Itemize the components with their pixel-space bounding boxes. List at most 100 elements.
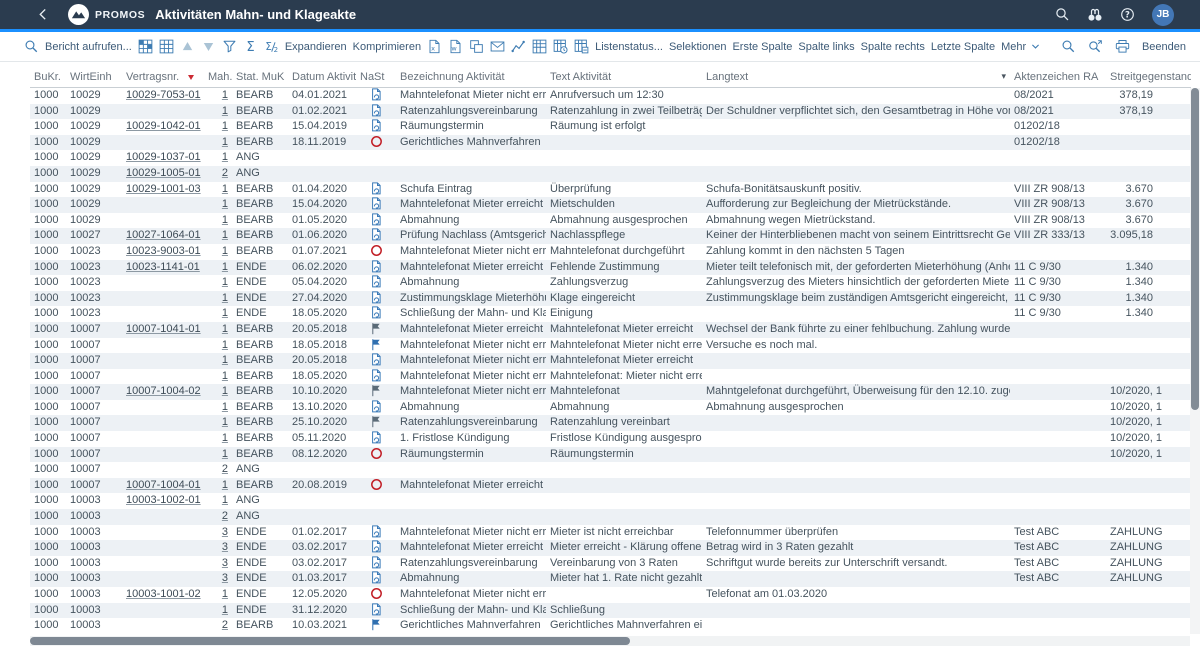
column-header-streit[interactable]: Streitgegenstand <box>1106 66 1191 87</box>
cell-link-mah[interactable]: 1 <box>222 354 228 366</box>
cell-link-mah[interactable]: 1 <box>222 105 228 117</box>
detail-search-button[interactable] <box>24 39 39 54</box>
cell-link-vertr[interactable]: 10007-1041-01 <box>126 323 201 335</box>
cell-link-mah[interactable]: 1 <box>222 416 228 428</box>
vertical-scrollbar[interactable] <box>1190 88 1200 634</box>
table-row[interactable]: 1000100032ANG <box>30 509 1191 525</box>
column-header-akten[interactable]: Aktenzeichen RA <box>1010 66 1106 87</box>
cell-link-mah[interactable]: 2 <box>222 167 228 179</box>
grafik-button[interactable] <box>511 39 526 54</box>
cell-link-vertr[interactable]: 10007-1004-01 <box>126 479 201 491</box>
table-row[interactable]: 1000100031ENDE31.12.2020Schließung der M… <box>30 603 1191 619</box>
vertical-scrollbar-thumb[interactable] <box>1191 88 1199 410</box>
cell-link-vertr[interactable]: 10003-1001-02 <box>126 588 201 600</box>
spalte-links-button[interactable]: Spalte links <box>798 41 854 53</box>
table-row[interactable]: 1000100231ENDE05.04.2020AbmahnungZahlung… <box>30 275 1191 291</box>
flag-icon[interactable] <box>370 384 383 397</box>
table-row[interactable]: 1000100032BEARB10.03.2021Gerichtliches M… <box>30 618 1191 634</box>
choose-detail-button[interactable] <box>138 39 153 54</box>
export-excel-button[interactable]: x <box>427 39 442 54</box>
mail-button[interactable] <box>490 39 505 54</box>
table-row[interactable]: 1000100071BEARB05.11.20201. Fristlose Kü… <box>30 431 1191 447</box>
column-header-mah[interactable]: Mah... <box>204 66 232 87</box>
table-row[interactable]: 10001002910029-1042-011BEARB15.04.2019Rä… <box>30 119 1191 135</box>
table-row[interactable]: 10001000310003-1001-021ENDE12.05.2020Mah… <box>30 587 1191 603</box>
table-row[interactable]: 1000100071BEARB18.05.2018Mahntelefonat M… <box>30 338 1191 354</box>
table-row[interactable]: 10001002910029-1005-012ANG <box>30 166 1191 182</box>
cell-link-mah[interactable]: 1 <box>222 494 228 506</box>
table-row[interactable]: 10001002910029-7053-011BEARB04.01.2021Ma… <box>30 88 1191 104</box>
cell-link-mah[interactable]: 1 <box>222 151 228 163</box>
table-row[interactable]: 1000100071BEARB25.10.2020Ratenzahlungsve… <box>30 415 1191 431</box>
cell-link-mah[interactable]: 1 <box>222 604 228 616</box>
cell-link-vertr[interactable]: 10007-1004-02 <box>126 385 201 397</box>
activity-icon[interactable] <box>370 431 383 444</box>
table-row[interactable]: 1000100071BEARB20.05.2018Mahntelefonat M… <box>30 353 1191 369</box>
cell-link-vertr[interactable]: 10003-1002-01 <box>126 494 201 506</box>
binoculars-icon[interactable] <box>1087 7 1103 23</box>
cell-link-vertr[interactable]: 10029-1037-01 <box>126 151 201 163</box>
activity-icon[interactable] <box>370 182 383 195</box>
table-row[interactable]: 1000100231ENDE18.05.2020Schließung der M… <box>30 306 1191 322</box>
activity-icon[interactable] <box>370 556 383 569</box>
table-row[interactable]: 1000100033ENDE03.02.2017Mahntelefonat Mi… <box>30 540 1191 556</box>
cell-link-mah[interactable]: 1 <box>222 339 228 351</box>
cell-link-vertr[interactable]: 10027-1064-01 <box>126 229 201 241</box>
activity-icon[interactable] <box>370 104 383 117</box>
table-row[interactable]: 1000100033ENDE01.02.2017Mahntelefonat Mi… <box>30 525 1191 541</box>
activity-icon[interactable] <box>370 603 383 616</box>
table-row[interactable]: 1000100072ANG <box>30 462 1191 478</box>
column-header-stat[interactable]: Stat. MuK <box>232 66 288 87</box>
cell-link-mah[interactable]: 1 <box>222 245 228 257</box>
table-row[interactable]: 1000100033ENDE03.02.2017Ratenzahlungsver… <box>30 556 1191 572</box>
mehr-button[interactable]: Mehr <box>1001 41 1041 53</box>
zwischensumme-button[interactable]: Σ2 <box>264 39 279 54</box>
activity-icon[interactable] <box>370 571 383 584</box>
kopieren-button[interactable] <box>469 39 484 54</box>
horizontal-scrollbar-thumb[interactable] <box>30 637 630 645</box>
suchen-button[interactable] <box>1061 39 1076 54</box>
activity-icon[interactable] <box>370 260 383 273</box>
activity-icon[interactable] <box>370 306 383 319</box>
cell-link-mah[interactable]: 1 <box>222 276 228 288</box>
table-row[interactable]: 1000100033ENDE01.03.2017AbmahnungMieter … <box>30 571 1191 587</box>
activity-icon[interactable] <box>370 213 383 226</box>
column-header-lang[interactable]: Langtext▾ <box>702 66 1010 87</box>
cell-link-mah[interactable]: 3 <box>222 526 228 538</box>
table-row[interactable]: 1000100291BEARB01.02.2021Ratenzahlungsve… <box>30 104 1191 120</box>
tabellenansicht-uhr-button[interactable] <box>553 39 568 54</box>
erste-spalte-button[interactable]: Erste Spalte <box>732 41 792 53</box>
flag-icon[interactable] <box>370 415 383 428</box>
cell-link-vertr[interactable]: 10023-1141-01 <box>126 261 200 273</box>
cell-link-mah[interactable]: 3 <box>222 557 228 569</box>
table-row[interactable]: 10001000310003-1002-011ANG <box>30 493 1191 509</box>
table-row[interactable]: 10001002910029-1001-031BEARB01.04.2020Sc… <box>30 182 1191 198</box>
spalte-rechts-button[interactable]: Spalte rechts <box>861 41 925 53</box>
search-icon[interactable] <box>1055 7 1070 22</box>
cell-link-vertr[interactable]: 10023-9003-01 <box>126 245 201 257</box>
activity-icon[interactable] <box>370 400 383 413</box>
komprimieren-button[interactable]: Komprimieren <box>353 41 421 53</box>
cell-link-mah[interactable]: 1 <box>222 261 228 273</box>
cell-link-mah[interactable]: 3 <box>222 541 228 553</box>
flag-icon[interactable] <box>370 618 383 631</box>
activity-icon[interactable] <box>370 525 383 538</box>
circle-red-icon[interactable] <box>370 478 383 491</box>
circle-red-icon[interactable] <box>370 587 383 600</box>
cell-link-mah[interactable]: 1 <box>222 479 228 491</box>
cell-link-mah[interactable]: 1 <box>222 448 228 460</box>
change-layout-button[interactable] <box>159 39 174 54</box>
cell-link-mah[interactable]: 1 <box>222 183 228 195</box>
table-row[interactable]: 1000100071BEARB13.10.2020AbmahnungAbmahn… <box>30 400 1191 416</box>
back-icon[interactable] <box>36 7 51 22</box>
beenden-button[interactable]: Beenden <box>1142 41 1186 53</box>
cell-link-mah[interactable]: 1 <box>222 229 228 241</box>
column-header-vertr[interactable]: Vertragsnr. <box>122 66 204 87</box>
cell-link-mah[interactable]: 1 <box>222 432 228 444</box>
listenstatus-button[interactable]: Listenstatus... <box>595 41 663 53</box>
column-header-nast[interactable]: NaSt <box>356 66 396 87</box>
cell-link-vertr[interactable]: 10029-1042-01 <box>126 120 201 132</box>
tabellenansicht-badge-button[interactable] <box>574 39 589 54</box>
cell-link-mah[interactable]: 1 <box>222 198 228 210</box>
table-row[interactable]: 10001000710007-1041-011BEARB20.05.2018Ma… <box>30 322 1191 338</box>
